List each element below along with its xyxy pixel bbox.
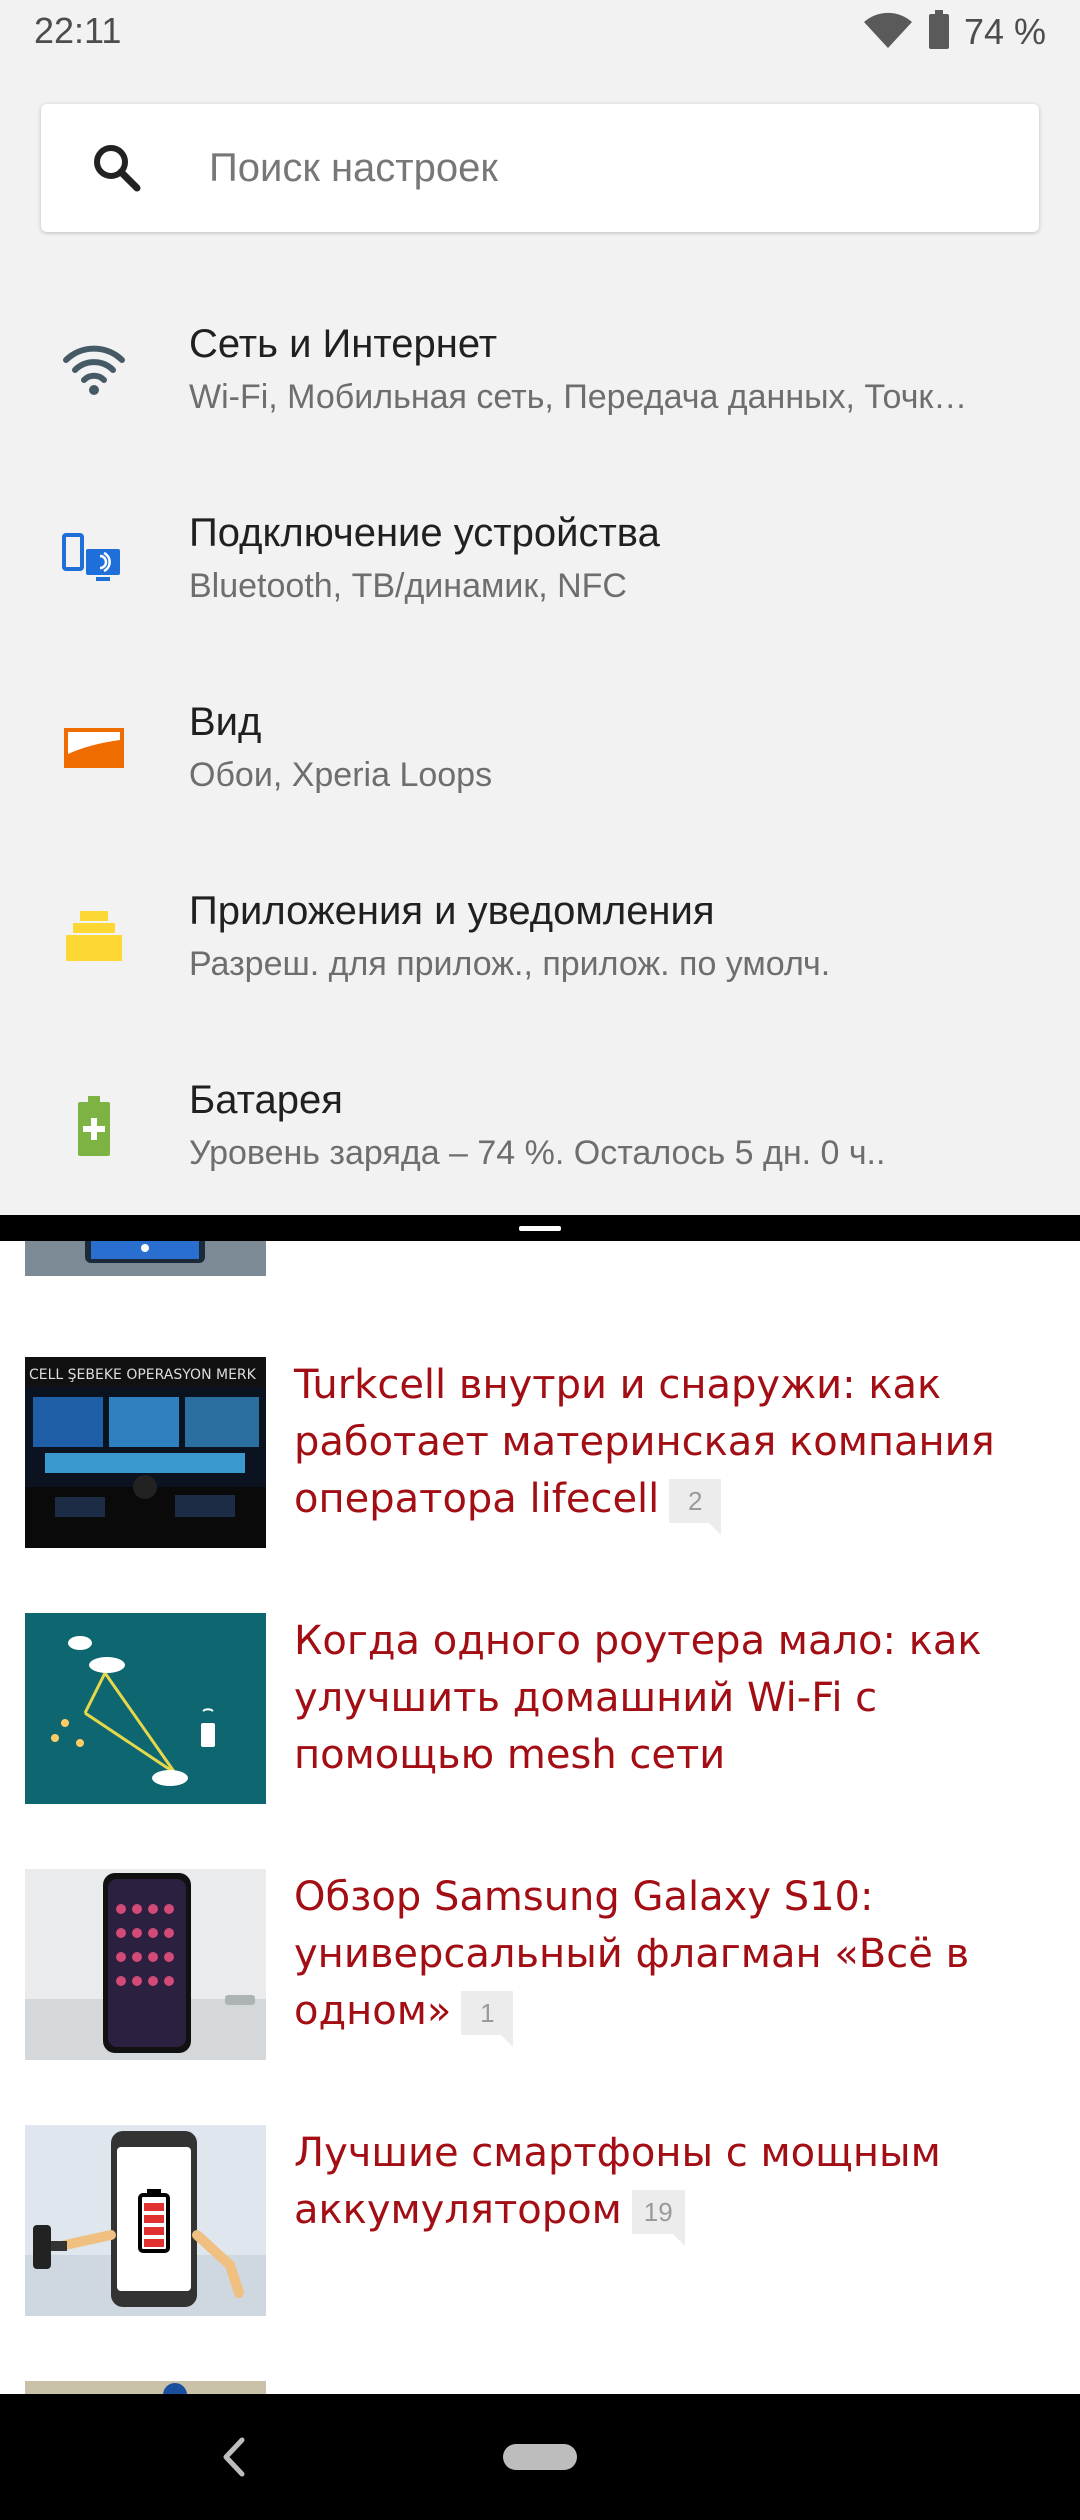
setting-title: Приложения и уведомления [189,889,715,933]
status-bar: 22:11 74 % [0,0,1080,66]
article-thumbnail[interactable] [25,1869,266,2060]
back-icon[interactable] [210,2432,260,2482]
setting-summary: Уровень заряда – 74 %. Осталось 5 дн. 0 … [189,1134,886,1172]
status-indicators: 74 % [862,9,1046,55]
comment-count-badge[interactable]: 1 [461,1991,514,2047]
setting-item-apps[interactable]: Приложения и уведомления Разреш. для при… [0,847,1080,1036]
article-title[interactable]: Turkcell внутри и снаружи: как работает … [294,1357,1064,1535]
split-screen-divider[interactable] [0,1215,1080,1241]
article-title-text[interactable]: Лучшие смартфоны с мощным аккумулятором [294,2130,941,2233]
setting-summary: Bluetooth, ТВ/динамик, NFC [189,567,627,605]
divider-handle[interactable] [519,1226,561,1231]
article-title-text[interactable]: Обзор Samsung Galaxy S10: универсальный … [294,1874,969,2034]
battery-icon [928,9,950,55]
home-pill-icon[interactable] [503,2444,577,2470]
article-title[interactable]: Лучшие смартфоны с мощным аккумулятором 1… [294,2125,1064,2246]
setting-summary: Wi-Fi, Мобильная сеть, Передача данных, … [189,378,968,416]
search-input[interactable] [209,104,1009,232]
setting-title: Батарея [189,1078,343,1122]
search-icon[interactable] [89,140,145,196]
article-thumbnail[interactable] [25,2125,266,2316]
display-icon [60,714,128,782]
comment-count-badge[interactable]: 19 [631,2190,685,2246]
setting-item-network[interactable]: Сеть и Интернет Wi-Fi, Мобильная сеть, П… [0,280,1080,469]
article-item[interactable]: Когда одного роутера мало: как улучшить … [0,1613,1080,1813]
navigation-bar [0,2394,1080,2520]
setting-summary: Разреш. для прилож., прилож. по умолч. [189,945,831,983]
article-thumbnail[interactable] [25,1613,266,1804]
article-title[interactable]: Обзор Samsung Galaxy S10: универсальный … [294,1869,1064,2047]
search-bar[interactable] [41,104,1039,232]
article-item[interactable]: CELL ŞEBEKE OPERASYON MERK Turkcell внут… [0,1357,1080,1557]
article-thumbnail-partial[interactable] [25,1241,266,1276]
setting-item-battery[interactable]: Батарея Уровень заряда – 74 %. Осталось … [0,1036,1080,1215]
setting-summary: Обои, Xperia Loops [189,756,493,794]
settings-list: Сеть и Интернет Wi-Fi, Мобильная сеть, П… [0,280,1080,1215]
articles-pane: CELL ŞEBEKE OPERASYON MERK Turkcell внут… [0,1241,1080,2394]
comment-count-badge[interactable]: 2 [669,1479,722,1535]
article-title[interactable]: Когда одного роутера мало: как улучшить … [294,1613,1064,1784]
article-item[interactable]: Лучшие смартфоны с мощным аккумулятором 1… [0,2125,1080,2325]
setting-item-connected-devices[interactable]: Подключение устройства Bluetooth, ТВ/дин… [0,469,1080,658]
article-thumbnail[interactable]: CELL ŞEBEKE OPERASYON MERK [25,1357,266,1548]
apps-icon [60,903,128,971]
setting-item-display[interactable]: Вид Обои, Xperia Loops [0,658,1080,847]
settings-pane: 22:11 74 % Поиск настроек Сеть и Интерне… [0,0,1080,1215]
wifi-icon [862,10,914,55]
connected-devices-icon [60,525,128,593]
article-item[interactable]: Обзор Samsung Galaxy S10: универсальный … [0,1869,1080,2069]
setting-title: Подключение устройства [189,511,660,555]
wifi-icon [60,336,128,404]
svg-text:CELL ŞEBEKE OPERASYON MERK: CELL ŞEBEKE OPERASYON MERK [29,1367,257,1383]
article-thumbnail-partial[interactable] [25,2381,266,2394]
article-title-text[interactable]: Turkcell внутри и снаружи: как работает … [294,1362,995,1522]
article-title-text[interactable]: Когда одного роутера мало: как улучшить … [294,1618,982,1778]
battery-plus-icon [60,1092,128,1160]
battery-percent: 74 % [963,11,1046,52]
setting-title: Сеть и Интернет [189,322,498,366]
status-time: 22:11 [34,10,122,51]
setting-title: Вид [189,700,262,744]
